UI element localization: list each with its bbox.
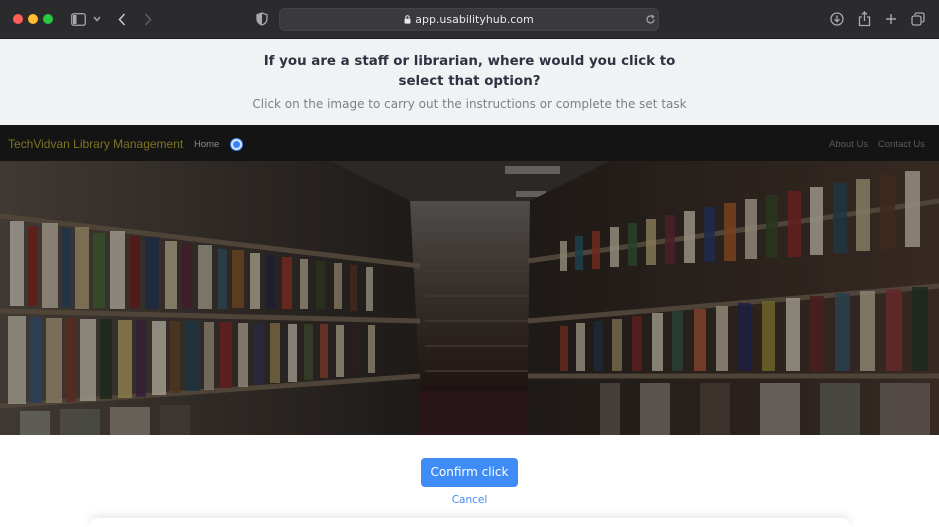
- cancel-link-text[interactable]: Cancel: [452, 494, 488, 506]
- confirm-click-button[interactable]: Confirm click: [421, 458, 518, 487]
- address-bar[interactable]: app.usabilityhub.com: [279, 8, 659, 31]
- nav-home-link[interactable]: Home: [194, 139, 219, 150]
- nav-about-link[interactable]: About Us: [829, 139, 868, 150]
- back-icon[interactable]: [116, 10, 128, 28]
- site-brand[interactable]: TechVidvan Library Management: [8, 137, 183, 151]
- share-icon[interactable]: [856, 10, 872, 28]
- task-instruction: Click on the image to carry out the inst…: [252, 97, 687, 111]
- chevron-down-icon[interactable]: [92, 10, 102, 28]
- nav-contact-link[interactable]: Contact Us: [878, 139, 925, 150]
- forward-icon[interactable]: [142, 10, 154, 28]
- task-header: If you are a staff or librarian, where w…: [0, 39, 939, 125]
- test-screenshot[interactable]: TechVidvan Library Management Home About…: [0, 125, 939, 435]
- privacy-shield-icon[interactable]: [255, 10, 269, 28]
- click-marker: [231, 139, 242, 150]
- reload-icon[interactable]: [644, 12, 656, 26]
- window-zoom-button[interactable]: [43, 14, 53, 24]
- cancel-link: Cancel: [0, 494, 939, 506]
- site-navbar: TechVidvan Library Management Home About…: [0, 125, 939, 161]
- tabs-overview-icon[interactable]: [910, 10, 926, 28]
- download-icon[interactable]: [829, 10, 845, 28]
- window-minimize-button[interactable]: [28, 14, 38, 24]
- window-close-button[interactable]: [13, 14, 23, 24]
- sidebar-icon[interactable]: [70, 10, 86, 28]
- new-tab-icon[interactable]: [883, 10, 899, 28]
- url-text: app.usabilityhub.com: [415, 13, 534, 26]
- browser-toolbar: app.usabilityhub.com: [0, 0, 939, 39]
- task-question: If you are a staff or librarian, where w…: [263, 54, 676, 89]
- lock-icon: [404, 14, 411, 27]
- library-shelves-image: [0, 161, 939, 435]
- bottom-panel-edge: [90, 518, 850, 527]
